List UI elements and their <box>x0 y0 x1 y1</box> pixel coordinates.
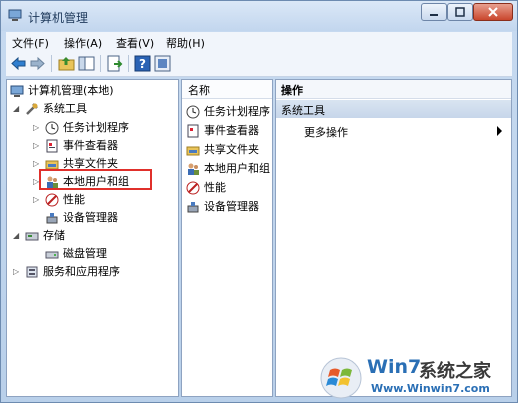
windows-logo-icon <box>320 357 362 399</box>
menu-bar: 文件(F) 操作(A) 查看(V) 帮助(H) <box>6 32 512 52</box>
collapse-triangle-icon[interactable]: ◢ <box>13 105 21 113</box>
close-icon <box>488 7 498 17</box>
actions-header: 操作 <box>276 80 511 99</box>
expand-triangle-icon[interactable]: ▷ <box>33 142 41 150</box>
actions-section-system-tools[interactable]: 系统工具 <box>276 100 511 118</box>
expand-triangle-icon[interactable]: ▷ <box>33 124 41 132</box>
export-list-icon[interactable] <box>106 55 123 72</box>
device-manager-icon <box>187 202 199 213</box>
menu-action[interactable]: 操作(A) <box>64 35 102 51</box>
maximize-button[interactable] <box>447 3 473 21</box>
device-manager-icon <box>46 213 58 224</box>
minimize-button[interactable] <box>421 3 447 21</box>
toolbar: ? <box>6 52 512 77</box>
computer-management-window: 计算机管理 文件(F) 操作(A) 查看(V) 帮助(H) ? 计算机管理(本地… <box>0 0 518 403</box>
maximize-icon <box>455 7 465 17</box>
window-title: 计算机管理 <box>28 11 89 25</box>
toolbar-separator <box>51 55 52 72</box>
watermark-brand-b: 系统之家 <box>419 361 491 382</box>
close-button[interactable] <box>473 3 513 21</box>
properties-icon[interactable] <box>154 55 171 72</box>
watermark-url: Www.Winwin7.com <box>371 382 490 395</box>
watermark: Win7 系统之家 Www.Winwin7.com <box>319 348 515 400</box>
clock-icon <box>45 121 59 135</box>
submenu-arrow-icon <box>497 126 502 136</box>
menu-file[interactable]: 文件(F) <box>12 35 49 51</box>
name-column-header[interactable]: 名称 <box>182 80 272 99</box>
back-arrow-icon[interactable] <box>10 55 27 72</box>
menu-view[interactable]: 查看(V) <box>116 35 154 51</box>
up-folder-icon[interactable] <box>58 55 75 72</box>
console-tree-pane[interactable]: 计算机管理(本地) ◢ 系统工具 ▷ 任务计划程序 ▷ 事件查看器 ▷ 共享文件… <box>6 79 179 397</box>
help-icon[interactable]: ? <box>134 55 151 72</box>
toolbar-separator <box>128 55 129 72</box>
performance-icon <box>45 193 59 207</box>
minimize-icon <box>430 14 438 16</box>
title-bar[interactable]: 计算机管理 <box>1 1 517 31</box>
content-list-pane[interactable]: 名称 任务计划程序 事件查看器 共享文件夹 本地用户和组 性能 设备管理器 <box>181 79 273 397</box>
menu-help[interactable]: 帮助(H) <box>166 35 205 51</box>
expand-triangle-icon[interactable]: ▷ <box>13 268 21 276</box>
computer-management-icon <box>10 85 24 97</box>
forward-arrow-icon[interactable] <box>29 55 46 72</box>
svg-text:?: ? <box>139 57 146 71</box>
disk-management-icon <box>45 251 59 259</box>
watermark-brand-a: Win7 <box>367 356 422 378</box>
more-actions-item[interactable]: 更多操作 <box>276 122 511 140</box>
tools-icon <box>26 103 38 115</box>
event-viewer-icon <box>187 124 199 138</box>
highlight-box <box>39 169 152 190</box>
toolbar-separator <box>100 55 101 72</box>
collapse-triangle-icon[interactable]: ◢ <box>13 232 21 240</box>
services-icon <box>26 266 38 278</box>
storage-icon <box>25 232 39 241</box>
performance-icon <box>186 181 200 195</box>
event-viewer-icon <box>46 139 58 153</box>
shared-folder-icon <box>186 146 200 156</box>
computer-management-icon <box>8 9 22 21</box>
show-hide-tree-icon[interactable] <box>78 55 95 72</box>
clock-icon <box>186 105 200 119</box>
expand-triangle-icon[interactable]: ▷ <box>33 160 41 168</box>
expand-triangle-icon[interactable]: ▷ <box>33 196 41 204</box>
users-icon <box>188 163 199 175</box>
